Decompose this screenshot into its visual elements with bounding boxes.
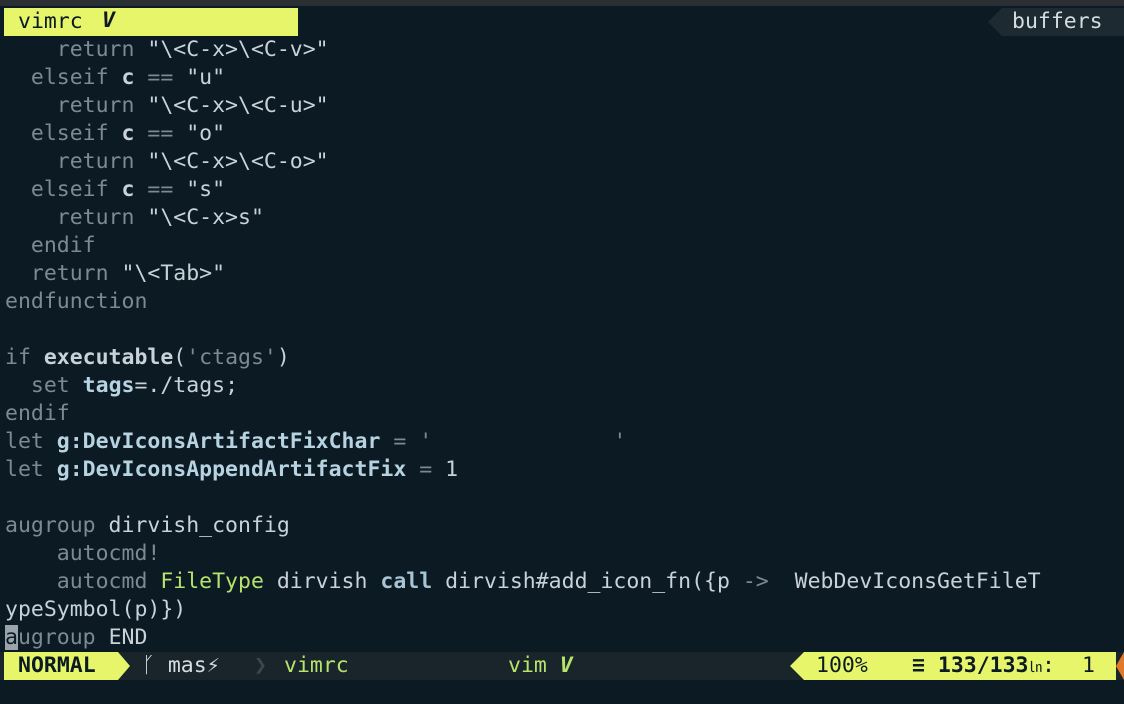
command-line[interactable] [0, 680, 1124, 704]
scroll-percent: 100% [816, 653, 868, 678]
powerline-left-arrow-icon [790, 652, 804, 680]
column-number: 1 [1082, 653, 1095, 678]
code-line: return "\<Tab>" [5, 261, 226, 286]
code-line: autocmd! [5, 541, 161, 566]
code-line: endif [5, 401, 70, 426]
position-indicator: 100% ≡ 133/133㏑ : 1 [804, 652, 1116, 680]
code-line: let g:DevIconsAppendArtifactFix = 1 [5, 457, 459, 482]
line-number-icon: ㏑ [1028, 660, 1043, 676]
vim-logo-icon: V [102, 8, 115, 33]
code-line: elseif c == "u" [5, 65, 226, 90]
line-position: ≡ 133/133㏑ [912, 653, 1043, 678]
code-line: endif [5, 233, 96, 258]
code-line: return "\<C-x>\<C-u>" [5, 93, 329, 118]
code-line: if executable('ctags') [5, 345, 290, 370]
code-line: return "\<C-x>\<C-v>" [5, 37, 329, 62]
buffers-label: buffers [1012, 9, 1103, 34]
powerline-right-arrow-icon [118, 652, 130, 680]
code-line: elseif c == "o" [5, 121, 226, 146]
mode-indicator: NORMAL [4, 652, 118, 680]
powerline-left-arrow-icon [988, 8, 1002, 36]
git-branch: ᚴ mas⚡ [142, 653, 220, 678]
column-separator: : [1042, 653, 1055, 678]
tab-label: vimrc [18, 9, 83, 34]
code-line: let g:DevIconsArtifactFixChar = ' ' [5, 429, 627, 454]
tabline: vimrc V buffers [0, 8, 1124, 36]
status-filename: vimrc [284, 653, 349, 678]
powerline-separator-icon: ❯ [254, 653, 267, 678]
code-line: elseif c == "s" [5, 177, 226, 202]
code-line: ypeSymbol(p)}) [5, 597, 187, 622]
code-line: return "\<C-x>\<C-o>" [5, 149, 329, 174]
code-line: return "\<C-x>s" [5, 205, 264, 230]
code-line: autocmd FileType dirvish call dirvish#ad… [5, 569, 1041, 594]
status-filetype: vim V [508, 653, 573, 678]
vim-logo-icon: V [559, 653, 573, 678]
branch-icon: ᚴ [142, 653, 155, 678]
code-line: set tags=./tags; [5, 373, 239, 398]
warning-indicator-icon [1116, 652, 1124, 680]
branch-name: mas⚡ [167, 653, 220, 678]
code-line: augroup dirvish_config [5, 513, 290, 538]
statusline: NORMAL ᚴ mas⚡ ❯ vimrc vim V 100% ≡ 133/1… [0, 652, 1124, 680]
text-cursor: a [5, 625, 18, 650]
tab-vimrc[interactable]: vimrc V [4, 8, 298, 36]
editor-buffer[interactable]: return "\<C-x>\<C-v>" elseif c == "u" re… [5, 36, 1124, 652]
window-top-edge [0, 0, 1124, 6]
code-line: endfunction [5, 289, 148, 314]
buffers-indicator[interactable]: buffers [988, 8, 1124, 36]
code-line-cursor: augroup END [5, 625, 148, 650]
